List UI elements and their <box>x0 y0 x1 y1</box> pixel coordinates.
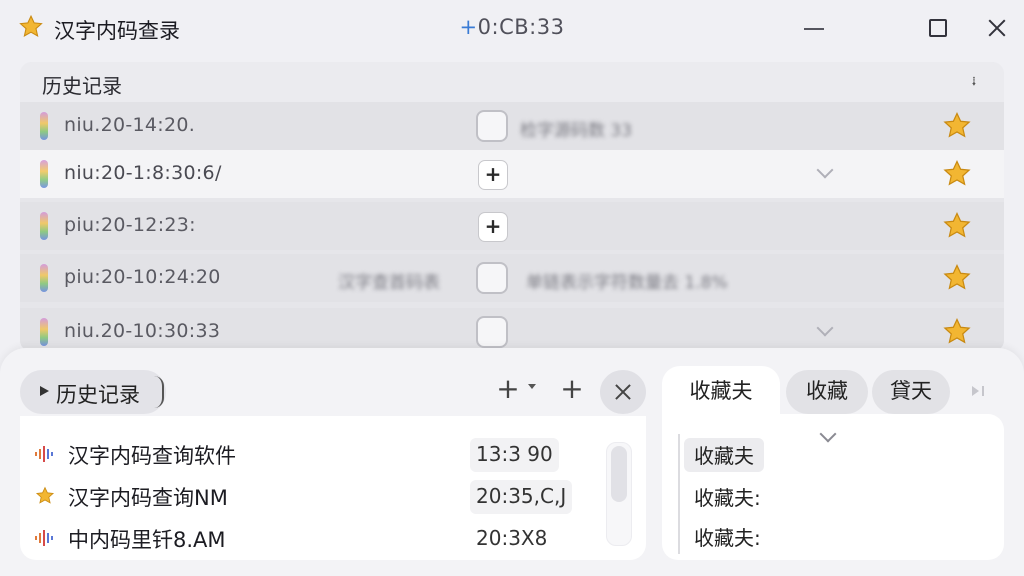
more-tabs-icon[interactable] <box>968 382 992 402</box>
waveform-icon <box>35 530 53 546</box>
bottom-sheet: 历史记录 + + 汉字内码查询软件 13:3 90 汉字内码查询NM 20:35… <box>0 348 1024 576</box>
history-row[interactable]: piu:20-12:23: + <box>20 202 1004 250</box>
color-bar-icon <box>40 160 48 188</box>
history-list: 汉字内码查询软件 13:3 90 汉字内码查询NM 20:35,C,J 中内码里… <box>20 416 646 560</box>
color-bar-icon <box>40 212 48 240</box>
history-row-time: niu:20-1:8:30:6/ <box>64 162 222 184</box>
tab-third[interactable]: 貸天 <box>872 370 950 414</box>
title-bar: 汉字内码查录 +0:CB:33 <box>0 0 1024 56</box>
history-tab[interactable]: 历史记录 <box>20 370 166 414</box>
history-row-time: piu:20-12:23: <box>64 214 196 236</box>
list-item[interactable]: 汉字内码查询软件 13:3 90 <box>20 434 620 474</box>
star-icon[interactable] <box>942 159 972 189</box>
history-list-pane: 历史记录 + + 汉字内码查询软件 13:3 90 汉字内码查询NM 20:35… <box>20 370 646 560</box>
star-icon <box>35 486 55 504</box>
app-window: 汉字内码查录 +0:CB:33 历史记录 ⭭ niu.20-14:20. 检字源… <box>0 0 1024 576</box>
star-icon[interactable] <box>942 317 972 347</box>
list-item-text: 汉字内码查询NM <box>68 486 228 510</box>
add-item-button[interactable]: + <box>558 375 586 404</box>
history-row-detail: 检字源码数 33 <box>520 121 633 141</box>
pin-icon[interactable]: ⭭ <box>966 74 982 90</box>
history-row-time: niu.20-10:30:33 <box>64 320 221 342</box>
history-row-time: piu:20-10:24:20 <box>64 266 221 288</box>
star-icon[interactable] <box>942 111 972 141</box>
list-item[interactable]: 汉字内码查询NM 20:35,C,J <box>20 476 620 516</box>
history-title: 历史记录 <box>42 74 122 98</box>
waveform-icon <box>35 446 53 462</box>
close-pane-button[interactable] <box>600 370 646 414</box>
history-row-detail-2: 单链表示字符数量去 1.8% <box>526 273 728 293</box>
list-item-time: 20:35,C,J <box>470 480 573 514</box>
history-panel: 历史记录 ⭭ niu.20-14:20. 检字源码数 33 niu:20-1:8… <box>20 62 1004 352</box>
history-row[interactable]: niu.20-14:20. 检字源码数 33 <box>20 102 1004 150</box>
history-row-checkbox[interactable] <box>476 262 508 294</box>
history-row-checkbox[interactable] <box>476 316 508 348</box>
play-icon <box>40 386 49 396</box>
chevron-down-icon[interactable] <box>815 162 835 182</box>
history-row-add-button[interactable]: + <box>478 160 508 190</box>
scrollbar-thumb[interactable] <box>611 446 627 502</box>
color-bar-icon <box>40 318 48 346</box>
history-row-time: niu.20-14:20. <box>64 114 196 136</box>
list-item[interactable]: 中内码里钎8.AM 20:3X8 <box>20 518 620 558</box>
chevron-down-icon[interactable] <box>528 384 536 389</box>
history-row[interactable]: niu.20-10:30:33 <box>20 308 1004 352</box>
favorite-item[interactable]: 收藏夫: <box>684 520 771 554</box>
star-icon[interactable] <box>942 263 972 293</box>
history-row[interactable]: niu:20-1:8:30:6/ + <box>20 150 1004 198</box>
history-row-add-button[interactable]: + <box>478 212 508 242</box>
list-item-text: 中内码里钎8.AM <box>68 528 226 552</box>
color-bar-icon <box>40 264 48 292</box>
favorite-item[interactable]: 收藏夫 <box>684 438 764 472</box>
history-header: 历史记录 ⭭ <box>20 62 1004 102</box>
clock-value: 0:CB:33 <box>477 15 565 39</box>
favorite-item[interactable]: 收藏夫: <box>684 480 771 514</box>
star-icon[interactable] <box>942 211 972 241</box>
chevron-down-icon[interactable] <box>818 428 838 448</box>
tree-line <box>678 434 680 554</box>
tab-favorites[interactable]: 收藏 <box>786 370 868 414</box>
list-item-time: 20:3X8 <box>476 526 548 550</box>
clock-prefix: + <box>459 15 478 39</box>
list-item-time: 13:3 90 <box>470 438 559 472</box>
maximize-button[interactable] <box>924 14 952 42</box>
minimize-button[interactable] <box>800 14 828 42</box>
bracket-icon <box>154 376 164 408</box>
add-button[interactable]: + <box>494 375 522 404</box>
history-row[interactable]: piu:20-10:24:20 汉字查首码表 单链表示字符数量去 1.8% <box>20 254 1004 302</box>
tab-favorites-folder[interactable]: 收藏夫 <box>662 366 780 418</box>
history-row-checkbox[interactable] <box>476 110 508 142</box>
favorites-pane: 收藏夫 收藏 貸天 收藏夫 收藏夫: 收藏夫: <box>662 366 1004 560</box>
favorites-list: 收藏夫 收藏夫: 收藏夫: <box>662 414 1004 560</box>
list-item-text: 汉字内码查询软件 <box>68 444 236 468</box>
chevron-down-icon[interactable] <box>815 320 835 340</box>
clock-display: +0:CB:33 <box>0 15 1024 39</box>
close-button[interactable] <box>982 14 1010 42</box>
color-bar-icon <box>40 112 48 140</box>
history-row-detail: 汉字查首码表 <box>338 273 440 293</box>
history-tab-label: 历史记录 <box>56 383 140 407</box>
